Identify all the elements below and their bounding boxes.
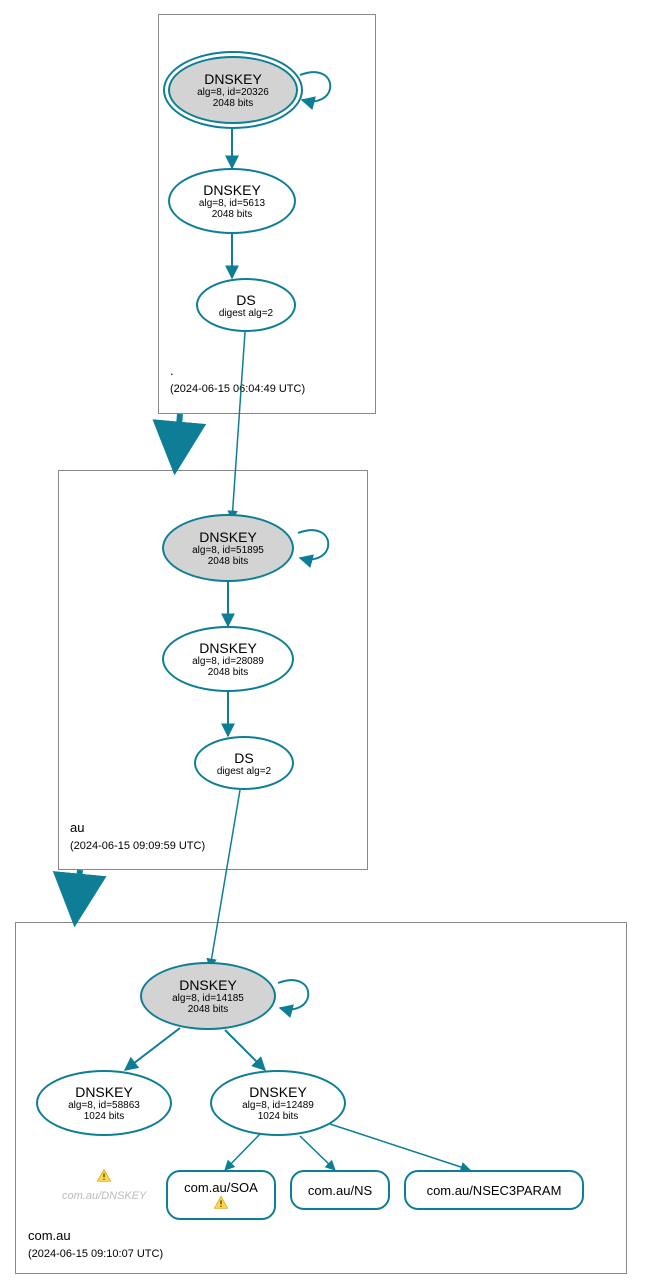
node-root-ksk: DNSKEY alg=8, id=20326 2048 bits xyxy=(168,56,298,124)
zone-root-name: . xyxy=(170,363,174,378)
warning-icon xyxy=(213,1195,229,1211)
node-root-ds: DS digest alg=2 xyxy=(196,278,296,332)
node-comau-zsk2-l2: 1024 bits xyxy=(258,1111,299,1122)
node-root-zsk-title: DNSKEY xyxy=(203,182,261,198)
node-root-ksk-title: DNSKEY xyxy=(204,71,262,87)
node-soa-label: com.au/SOA xyxy=(184,1180,258,1195)
node-au-zsk-title: DNSKEY xyxy=(199,640,257,656)
node-ns: com.au/NS xyxy=(290,1170,390,1210)
node-au-ksk-title: DNSKEY xyxy=(199,529,257,545)
zone-comau-ts: (2024-06-15 09:10:07 UTC) xyxy=(28,1248,163,1260)
zone-au-name: au xyxy=(70,820,84,835)
node-nsec3: com.au/NSEC3PARAM xyxy=(404,1170,584,1210)
node-comau-zsk2: DNSKEY alg=8, id=12489 1024 bits xyxy=(210,1070,346,1136)
ghost-dnskey: com.au/DNSKEY xyxy=(62,1168,146,1204)
node-au-ksk: DNSKEY alg=8, id=51895 2048 bits xyxy=(162,514,294,582)
node-root-zsk: DNSKEY alg=8, id=5613 2048 bits xyxy=(168,168,296,234)
node-comau-zsk1-l1: alg=8, id=58863 xyxy=(68,1100,140,1111)
node-au-ds: DS digest alg=2 xyxy=(194,736,294,790)
node-au-zsk: DNSKEY alg=8, id=28089 2048 bits xyxy=(162,626,294,692)
node-comau-ksk-l2: 2048 bits xyxy=(188,1004,229,1015)
zone-au-ts: (2024-06-15 09:09:59 UTC) xyxy=(70,840,205,852)
node-comau-ksk-title: DNSKEY xyxy=(179,977,237,993)
zone-root-ts: (2024-06-15 06:04:49 UTC) xyxy=(170,383,305,395)
node-au-zsk-l1: alg=8, id=28089 xyxy=(192,656,264,667)
node-root-ds-title: DS xyxy=(236,292,255,308)
node-root-ksk-l1: alg=8, id=20326 xyxy=(197,87,269,98)
node-comau-zsk1-l2: 1024 bits xyxy=(84,1111,125,1122)
node-comau-zsk2-title: DNSKEY xyxy=(249,1084,307,1100)
node-root-ksk-l2: 2048 bits xyxy=(213,98,254,109)
node-au-ksk-l2: 2048 bits xyxy=(208,556,249,567)
ghost-dnskey-label: com.au/DNSKEY xyxy=(62,1190,146,1202)
warning-icon xyxy=(96,1168,112,1184)
zone-comau-name: com.au xyxy=(28,1228,71,1243)
node-root-zsk-l1: alg=8, id=5613 xyxy=(199,198,265,209)
node-au-zsk-l2: 2048 bits xyxy=(208,667,249,678)
node-soa: com.au/SOA xyxy=(166,1170,276,1220)
node-root-ds-l1: digest alg=2 xyxy=(219,308,273,319)
node-comau-zsk2-l1: alg=8, id=12489 xyxy=(242,1100,314,1111)
node-au-ds-l1: digest alg=2 xyxy=(217,766,271,777)
node-au-ksk-l1: alg=8, id=51895 xyxy=(192,545,264,556)
node-nsec3-label: com.au/NSEC3PARAM xyxy=(427,1183,562,1198)
node-comau-zsk1: DNSKEY alg=8, id=58863 1024 bits xyxy=(36,1070,172,1136)
node-ns-label: com.au/NS xyxy=(308,1183,372,1198)
node-au-ds-title: DS xyxy=(234,750,253,766)
node-comau-ksk: DNSKEY alg=8, id=14185 2048 bits xyxy=(140,962,276,1030)
node-comau-ksk-l1: alg=8, id=14185 xyxy=(172,993,244,1004)
node-comau-zsk1-title: DNSKEY xyxy=(75,1084,133,1100)
node-root-zsk-l2: 2048 bits xyxy=(212,209,253,220)
